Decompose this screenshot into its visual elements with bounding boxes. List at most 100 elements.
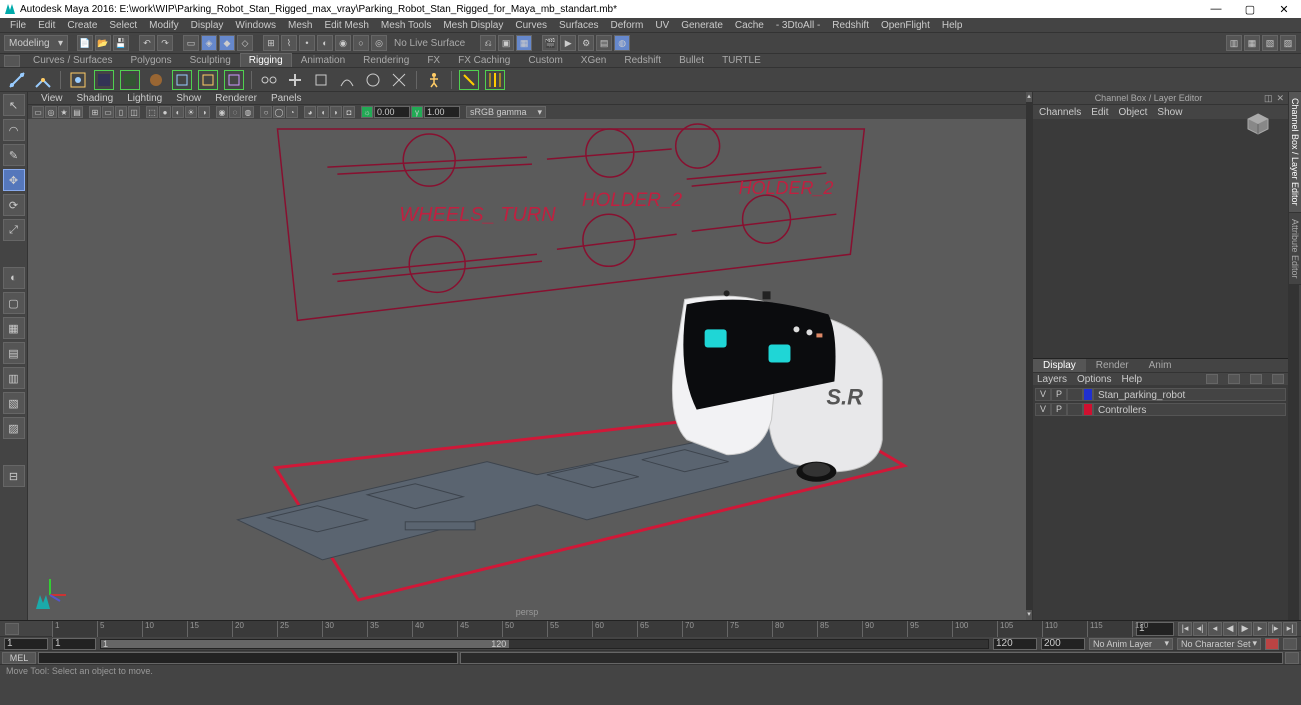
shelf-icon-deform-2[interactable] (485, 70, 505, 90)
vp-btn-lights[interactable]: ☀ (185, 106, 197, 118)
vp-btn-xray[interactable]: ◌ (229, 106, 241, 118)
select-mask-button[interactable]: ◇ (237, 35, 253, 51)
snap-live-button[interactable]: ◉ (335, 35, 351, 51)
move-tool[interactable]: ✥ (3, 169, 25, 191)
menu-curves[interactable]: Curves (509, 20, 553, 31)
vp-btn-gate[interactable]: ▯ (115, 106, 127, 118)
go-to-end-button[interactable]: ▸| (1283, 622, 1297, 636)
highlight-button[interactable]: ▦ (516, 35, 532, 51)
redo-button[interactable]: ↷ (157, 35, 173, 51)
vp-menu-lighting[interactable]: Lighting (120, 93, 169, 104)
step-forward-button[interactable]: ▸ (1253, 622, 1267, 636)
vp-btn-dof[interactable]: ◕ (304, 106, 316, 118)
layout-button-3[interactable]: ▧ (1262, 35, 1278, 51)
menu-generate[interactable]: Generate (675, 20, 729, 31)
viewcube-icon[interactable] (1246, 112, 1270, 139)
layout-single[interactable]: ▢ (3, 292, 25, 314)
anim-layer-select[interactable]: No Anim Layer▾ (1089, 638, 1173, 650)
select-component-button[interactable]: ◆ (219, 35, 235, 51)
menu-windows[interactable]: Windows (229, 20, 282, 31)
range-start-inner[interactable]: 1 (52, 638, 96, 650)
shelf-icon-constraint-2[interactable] (285, 70, 305, 90)
vp-btn-select[interactable]: ▭ (32, 106, 44, 118)
last-tool[interactable]: ◐ (3, 267, 25, 289)
shelf-icon-joint[interactable] (7, 70, 27, 90)
shelf-tab-turtle[interactable]: TURTLE (713, 53, 770, 67)
range-end-outer[interactable]: 200 (1041, 638, 1085, 650)
toggle-isolate-button[interactable]: ▣ (498, 35, 514, 51)
new-scene-button[interactable]: 📄 (77, 35, 93, 51)
shelf-icon-humanik[interactable] (424, 70, 444, 90)
hypershade-button[interactable]: ◍ (614, 35, 630, 51)
shelf-icon-constraint-3[interactable] (311, 70, 331, 90)
vp-btn-shadows[interactable]: ◑ (198, 106, 210, 118)
command-input[interactable] (38, 652, 458, 664)
range-start-outer[interactable]: 1 (4, 638, 48, 650)
menu-file[interactable]: File (4, 20, 32, 31)
vp-gamma-input[interactable]: 1.00 (424, 106, 460, 118)
layer-menu-help[interactable]: Help (1121, 374, 1142, 385)
play-back-button[interactable]: ◀ (1223, 622, 1237, 636)
step-forward-key-button[interactable]: |▸ (1268, 622, 1282, 636)
shelf-tab-bullet[interactable]: Bullet (670, 53, 713, 67)
vp-btn-gamma-icon[interactable]: γ (411, 106, 423, 118)
shelf-icon-constraint-1[interactable] (259, 70, 279, 90)
shelf-icon-mirror-3[interactable] (224, 70, 244, 90)
shelf-tab-curves-surfaces[interactable]: Curves / Surfaces (24, 53, 121, 67)
shelf-tab-xgen[interactable]: XGen (572, 53, 616, 67)
go-to-start-button[interactable]: |◂ (1178, 622, 1192, 636)
snap-point-button[interactable]: • (299, 35, 315, 51)
prefs-button[interactable] (1283, 638, 1297, 650)
command-language-select[interactable]: MEL (2, 652, 36, 664)
vp-btn-smooth[interactable]: ● (159, 106, 171, 118)
rotate-tool[interactable]: ⟳ (3, 194, 25, 216)
character-set-select[interactable]: No Character Set▾ (1177, 638, 1261, 650)
vp-btn-msaa[interactable]: ◯ (273, 106, 285, 118)
live-surface-button[interactable]: ◎ (371, 35, 387, 51)
panel-close-icon[interactable]: ✕ (1276, 92, 1284, 105)
dock-tab-channelbox[interactable]: Channel Box / Layer Editor (1289, 92, 1301, 213)
layout-uv[interactable]: ▨ (3, 417, 25, 439)
snap-grid-button[interactable]: ⊞ (263, 35, 279, 51)
ipr-button[interactable]: ▶ (560, 35, 576, 51)
undo-button[interactable]: ↶ (139, 35, 155, 51)
layer-playback-toggle[interactable]: P (1051, 403, 1067, 416)
shelf-tab-fx-caching[interactable]: FX Caching (449, 53, 519, 67)
minimize-button[interactable]: — (1199, 0, 1233, 18)
vp-menu-shading[interactable]: Shading (70, 93, 121, 104)
shelf-tab-sculpting[interactable]: Sculpting (181, 53, 240, 67)
layer-color-swatch[interactable] (1083, 403, 1093, 416)
layer-name[interactable]: Stan_parking_robot (1093, 388, 1286, 401)
vp-btn-camera[interactable]: ◎ (45, 106, 57, 118)
vp-btn-motion[interactable]: ◔ (286, 106, 298, 118)
shelf-icon-mirror-2[interactable] (198, 70, 218, 90)
render-view-button[interactable]: ▤ (596, 35, 612, 51)
shelf-tab-polygons[interactable]: Polygons (121, 53, 180, 67)
shelf-icon-ik[interactable] (33, 70, 53, 90)
timeline-sound-button[interactable] (5, 623, 19, 635)
shelf-icon-mirror-1[interactable] (172, 70, 192, 90)
step-back-key-button[interactable]: ◂| (1193, 622, 1207, 636)
menu-deform[interactable]: Deform (605, 20, 650, 31)
script-editor-button[interactable] (1285, 652, 1299, 664)
layer-new-selected-button[interactable] (1272, 374, 1284, 384)
vp-colorspace-select[interactable]: sRGB gamma▾ (466, 106, 546, 118)
vp-btn-textured[interactable]: ◐ (172, 106, 184, 118)
range-end-inner[interactable]: 120 (993, 638, 1037, 650)
panel-dock-icon[interactable]: ◫ (1264, 92, 1273, 105)
layer-visibility-toggle[interactable]: V (1035, 388, 1051, 401)
layer-tab-render[interactable]: Render (1086, 359, 1139, 372)
step-back-button[interactable]: ◂ (1208, 622, 1222, 636)
snap-center-button[interactable]: ○ (353, 35, 369, 51)
menu-mesh[interactable]: Mesh (282, 20, 318, 31)
shelf-icon-skin-2[interactable] (120, 70, 140, 90)
menu-create[interactable]: Create (61, 20, 103, 31)
vp-btn-grid[interactable]: ⊞ (89, 106, 101, 118)
shelf-icon-deform-1[interactable] (459, 70, 479, 90)
shelf-tab-animation[interactable]: Animation (292, 53, 354, 67)
vp-menu-panels[interactable]: Panels (264, 93, 309, 104)
select-tool[interactable]: ↖ (3, 94, 25, 116)
layer-tab-anim[interactable]: Anim (1139, 359, 1182, 372)
vp-btn-film[interactable]: ▭ (102, 106, 114, 118)
menu-cache[interactable]: Cache (729, 20, 770, 31)
